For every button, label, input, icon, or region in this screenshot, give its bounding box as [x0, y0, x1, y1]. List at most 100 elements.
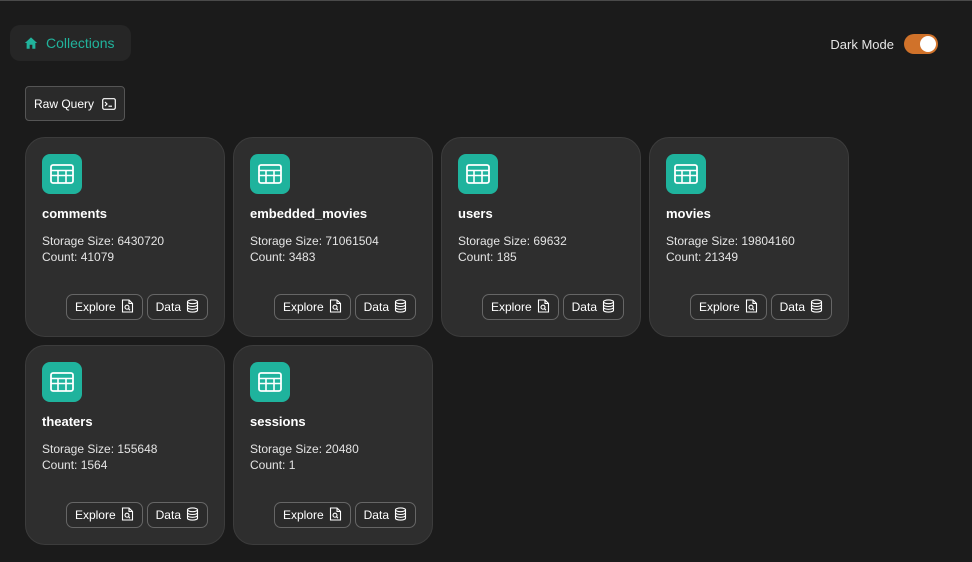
storage-size-value: 6430720: [117, 234, 165, 248]
storage-size-value: 69632: [533, 234, 567, 248]
document-count: Count: 21349: [666, 249, 832, 265]
toggle-knob: [920, 36, 936, 52]
collection-name: sessions: [250, 414, 306, 429]
count-value: 21349: [704, 250, 739, 264]
dark-mode-toggle[interactable]: [904, 34, 938, 54]
collection-card[interactable]: embedded_movies Storage Size: 71061504 Cou…: [233, 137, 433, 337]
card-actions: Explore Data: [273, 294, 416, 320]
explore-button[interactable]: Explore: [65, 502, 143, 528]
card-actions: Explore Data: [65, 502, 208, 528]
card-actions: Explore Data: [689, 294, 832, 320]
breadcrumb[interactable]: Collections: [10, 25, 131, 61]
data-button[interactable]: Data: [146, 294, 208, 320]
data-label: Data: [363, 300, 389, 314]
home-icon: [24, 37, 38, 49]
storage-size-label: Storage Size:: [42, 442, 118, 456]
count-label: Count:: [250, 250, 289, 264]
file-search-icon: [329, 298, 342, 316]
breadcrumb-label: Collections: [46, 35, 115, 51]
storage-size: Storage Size: 20480: [250, 441, 416, 457]
table-icon: [42, 362, 82, 402]
data-button[interactable]: Data: [770, 294, 832, 320]
database-icon: [186, 298, 199, 316]
storage-size: Storage Size: 6430720: [42, 233, 208, 249]
card-actions: Explore Data: [65, 294, 208, 320]
storage-size: Storage Size: 71061504: [250, 233, 416, 249]
explore-button[interactable]: Explore: [481, 294, 559, 320]
data-button[interactable]: Data: [562, 294, 624, 320]
file-search-icon: [121, 298, 134, 316]
data-label: Data: [363, 508, 389, 522]
count-label: Count:: [458, 250, 497, 264]
collection-name: movies: [666, 206, 711, 221]
file-search-icon: [121, 506, 134, 524]
raw-query-label: Raw Query: [33, 96, 95, 111]
storage-size-label: Storage Size:: [666, 234, 742, 248]
count-value: 1564: [80, 458, 108, 472]
document-count: Count: 185: [458, 249, 624, 265]
storage-size-value: 71061504: [325, 234, 379, 248]
explore-button[interactable]: Explore: [273, 294, 351, 320]
database-icon: [394, 298, 407, 316]
file-search-icon: [745, 298, 758, 316]
card-actions: Explore Data: [481, 294, 624, 320]
count-value: 1: [288, 458, 296, 472]
table-icon: [458, 154, 498, 194]
collection-card[interactable]: users Storage Size: 69632 Count: 185 Explor…: [441, 137, 641, 337]
table-icon: [42, 154, 82, 194]
card-actions: Explore Data: [273, 502, 416, 528]
count-value: 185: [496, 250, 517, 264]
collection-name: users: [458, 206, 493, 221]
file-search-icon: [537, 298, 550, 316]
count-value: 41079: [80, 250, 115, 264]
explore-label: Explore: [282, 508, 324, 522]
storage-size-value: 155648: [117, 442, 158, 456]
document-count: Count: 1: [250, 457, 416, 473]
raw-query-button[interactable]: Raw Query: [25, 86, 125, 121]
storage-size-value: 19804160: [741, 234, 795, 248]
storage-size-value: 20480: [325, 442, 359, 456]
data-button[interactable]: Data: [146, 502, 208, 528]
storage-size: Storage Size: 155648: [42, 441, 208, 457]
storage-size: Storage Size: 69632: [458, 233, 624, 249]
explore-label: Explore: [282, 300, 324, 314]
table-icon: [666, 154, 706, 194]
explore-button[interactable]: Explore: [689, 294, 767, 320]
collections-grid: comments Storage Size: 6430720 Count: 4107…: [25, 137, 849, 545]
database-icon: [810, 298, 823, 316]
data-button[interactable]: Data: [354, 294, 416, 320]
data-button[interactable]: Data: [354, 502, 416, 528]
dark-mode-control: Dark Mode: [830, 34, 938, 54]
storage-size-label: Storage Size:: [42, 234, 118, 248]
count-label: Count:: [666, 250, 705, 264]
collection-name: comments: [42, 206, 108, 221]
data-label: Data: [779, 300, 805, 314]
explore-button[interactable]: Explore: [273, 502, 351, 528]
file-search-icon: [329, 506, 342, 524]
document-count: Count: 41079: [42, 249, 208, 265]
storage-size-label: Storage Size:: [458, 234, 534, 248]
explore-button[interactable]: Explore: [65, 294, 143, 320]
explore-label: Explore: [74, 300, 116, 314]
collection-card[interactable]: movies Storage Size: 19804160 Count: 21349…: [649, 137, 849, 337]
count-label: Count:: [250, 458, 289, 472]
storage-size-label: Storage Size:: [250, 234, 326, 248]
collection-name: embedded_movies: [250, 206, 368, 221]
database-icon: [602, 298, 615, 316]
document-count: Count: 1564: [42, 457, 208, 473]
storage-size: Storage Size: 19804160: [666, 233, 832, 249]
count-label: Count:: [42, 458, 81, 472]
explore-label: Explore: [490, 300, 532, 314]
collection-card[interactable]: theaters Storage Size: 155648 Count: 1564 E…: [25, 345, 225, 545]
collection-name: theaters: [42, 414, 93, 429]
document-count: Count: 3483: [250, 249, 416, 265]
collection-card[interactable]: comments Storage Size: 6430720 Count: 4107…: [25, 137, 225, 337]
storage-size-label: Storage Size:: [250, 442, 326, 456]
explore-label: Explore: [74, 508, 116, 522]
count-value: 3483: [288, 250, 316, 264]
table-icon: [250, 154, 290, 194]
collection-card[interactable]: sessions Storage Size: 20480 Count: 1 Explo…: [233, 345, 433, 545]
data-label: Data: [571, 300, 597, 314]
terminal-icon: [102, 97, 116, 110]
data-label: Data: [155, 300, 181, 314]
